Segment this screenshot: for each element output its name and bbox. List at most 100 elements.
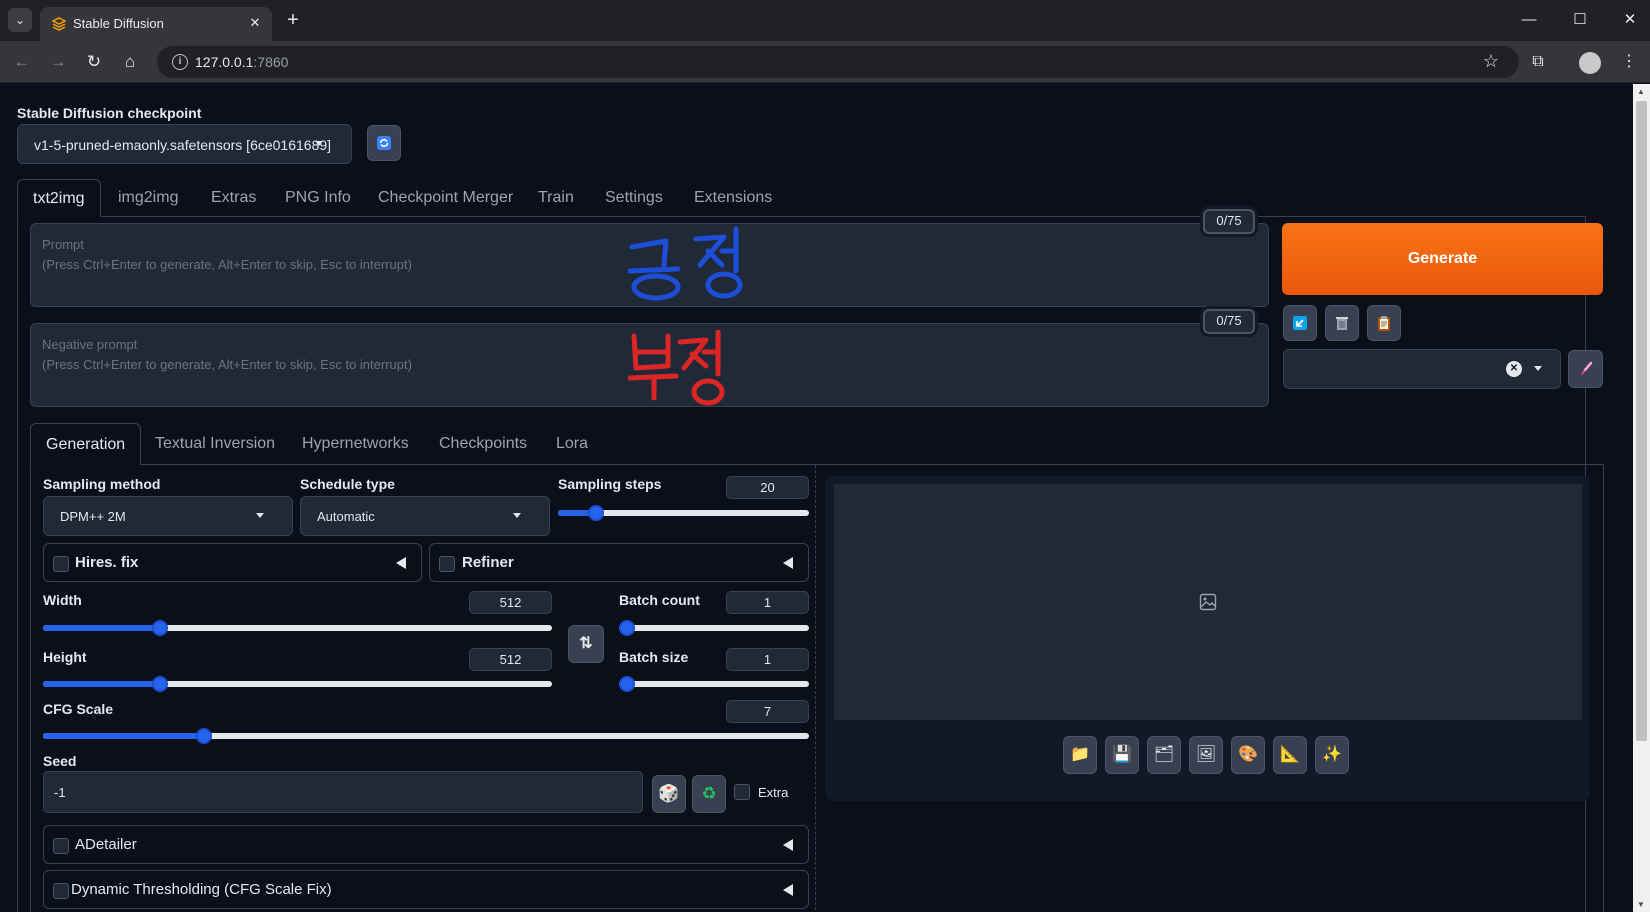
send-to-img2img-button[interactable]: 🖼 <box>1189 736 1223 774</box>
generate-button[interactable]: Generate <box>1282 223 1603 295</box>
trash-icon <box>1336 317 1348 330</box>
schedule-type-dropdown[interactable]: Automatic <box>300 496 550 536</box>
collapse-triangle-icon[interactable] <box>783 839 793 851</box>
apply-styles-button[interactable] <box>1367 305 1401 341</box>
slider-handle[interactable] <box>588 505 604 521</box>
tab-checkpoint-merger[interactable]: Checkpoint Merger <box>378 179 513 217</box>
tab-train[interactable]: Train <box>538 179 574 217</box>
negative-prompt-handwritten-annotation <box>627 329 732 406</box>
extra-seed-checkbox[interactable] <box>734 784 750 800</box>
tab-hypernetworks[interactable]: Hypernetworks <box>302 423 409 465</box>
batch-size-slider[interactable] <box>619 676 809 692</box>
slider-handle[interactable] <box>152 676 168 692</box>
tab-textual-inversion[interactable]: Textual Inversion <box>155 423 275 465</box>
scrollbar-thumb[interactable] <box>1636 101 1647 741</box>
menu-kebab-icon[interactable]: ⋮ <box>1617 50 1641 74</box>
slider-handle[interactable] <box>196 728 212 744</box>
paste-params-button[interactable] <box>1283 305 1317 341</box>
tab-settings[interactable]: Settings <box>605 179 663 217</box>
forward-icon[interactable]: → <box>46 50 70 74</box>
browser-tab[interactable]: Stable Diffusion ✕ <box>40 7 272 41</box>
tab-txt2img[interactable]: txt2img <box>17 179 101 217</box>
tab-search-icon[interactable]: ⌄ <box>8 8 32 32</box>
checkpoint-label: Stable Diffusion checkpoint <box>17 105 202 121</box>
dynamic-thresholding-checkbox[interactable] <box>53 883 69 899</box>
tab-lora[interactable]: Lora <box>556 423 588 465</box>
reuse-seed-button[interactable]: ♻ <box>692 775 726 813</box>
output-image-area[interactable] <box>834 484 1582 720</box>
tab-png-info[interactable]: PNG Info <box>285 179 351 217</box>
collapse-triangle-icon[interactable] <box>396 557 406 569</box>
tab-extensions[interactable]: Extensions <box>694 179 772 217</box>
refresh-checkpoint-button[interactable] <box>367 125 401 161</box>
seed-input[interactable]: -1 <box>43 771 643 813</box>
tab-extras[interactable]: Extras <box>211 179 256 217</box>
refiner-accordion[interactable]: Refiner <box>429 543 809 582</box>
collapse-triangle-icon[interactable] <box>783 884 793 896</box>
collapse-triangle-icon[interactable] <box>783 557 793 569</box>
swap-dimensions-button[interactable]: ⇅ <box>568 625 604 663</box>
scroll-down-icon[interactable]: ▼ <box>1637 900 1645 909</box>
width-input[interactable]: 512 <box>469 591 552 614</box>
dice-icon: 🎲 <box>658 784 680 803</box>
tab-checkpoints[interactable]: Checkpoints <box>439 423 527 465</box>
open-folder-button[interactable]: 📁 <box>1063 736 1097 774</box>
arrow-icon <box>1293 316 1307 330</box>
tab-generation[interactable]: Generation <box>30 423 142 465</box>
hires-fix-checkbox[interactable] <box>53 556 69 572</box>
bookmark-star-icon[interactable]: ☆ <box>1483 51 1499 72</box>
close-tab-icon[interactable]: ✕ <box>246 14 264 32</box>
folder-icon: 📁 <box>1070 746 1090 763</box>
scroll-up-icon[interactable]: ▲ <box>1637 87 1645 96</box>
height-label: Height <box>43 649 87 665</box>
save-icon: 💾 <box>1112 746 1132 763</box>
upscale-button[interactable]: ✨ <box>1315 736 1349 774</box>
save-button[interactable]: 💾 <box>1105 736 1139 774</box>
batch-size-input[interactable]: 1 <box>726 648 809 671</box>
clear-prompt-button[interactable] <box>1325 305 1359 341</box>
page-scrollbar[interactable]: ▲ ▼ <box>1633 84 1650 912</box>
new-tab-icon[interactable]: + <box>282 9 304 31</box>
batch-count-slider[interactable] <box>619 620 809 636</box>
slider-handle[interactable] <box>152 620 168 636</box>
edit-styles-button[interactable] <box>1568 350 1603 388</box>
home-icon[interactable]: ⌂ <box>118 50 142 74</box>
height-input[interactable]: 512 <box>469 648 552 671</box>
adetailer-checkbox[interactable] <box>53 838 69 854</box>
slider-handle[interactable] <box>619 676 635 692</box>
adetailer-accordion[interactable]: ADetailer <box>43 825 809 864</box>
checkpoint-dropdown[interactable]: v1-5-pruned-emaonly.safetensors [6ce0161… <box>17 124 352 164</box>
height-slider[interactable] <box>43 676 552 692</box>
minimize-icon[interactable]: — <box>1519 10 1539 30</box>
clear-styles-icon[interactable]: ✕ <box>1506 361 1522 377</box>
sampling-method-dropdown[interactable]: DPM++ 2M <box>43 496 293 536</box>
maximize-icon[interactable]: ☐ <box>1570 10 1590 30</box>
cfg-scale-input[interactable]: 7 <box>726 700 809 723</box>
zip-button[interactable]: 🗂 <box>1147 736 1181 774</box>
random-seed-button[interactable]: 🎲 <box>652 775 686 813</box>
dynamic-thresholding-accordion[interactable]: Dynamic Thresholding (CFG Scale Fix) <box>43 870 809 909</box>
chevron-down-icon <box>256 513 264 518</box>
sampling-steps-slider[interactable] <box>558 505 809 521</box>
hires-fix-title: Hires. fix <box>75 554 139 571</box>
profile-avatar[interactable] <box>1579 52 1601 74</box>
send-to-inpaint-button[interactable]: 🎨 <box>1231 736 1265 774</box>
back-icon[interactable]: ← <box>10 50 34 74</box>
close-window-icon[interactable]: ✕ <box>1620 10 1640 30</box>
send-to-extras-button[interactable]: 📐 <box>1273 736 1307 774</box>
extensions-puzzle-icon[interactable]: ⧉ <box>1526 50 1550 74</box>
cfg-scale-label: CFG Scale <box>43 701 114 717</box>
sampling-steps-input[interactable]: 20 <box>726 476 809 499</box>
slider-handle[interactable] <box>619 620 635 636</box>
batch-count-input[interactable]: 1 <box>726 591 809 614</box>
hires-fix-accordion[interactable]: Hires. fix <box>43 543 422 582</box>
extra-networks-tabs: Generation Textual Inversion Hypernetwor… <box>30 423 1604 465</box>
cfg-scale-slider[interactable] <box>43 728 809 744</box>
tab-img2img[interactable]: img2img <box>118 179 178 217</box>
site-info-icon[interactable]: i <box>172 54 188 70</box>
styles-dropdown[interactable]: ✕ <box>1283 349 1561 389</box>
refiner-checkbox[interactable] <box>439 556 455 572</box>
address-bar[interactable]: i 127.0.0.1:7860 ☆ <box>157 46 1519 78</box>
width-slider[interactable] <box>43 620 552 636</box>
reload-icon[interactable]: ↻ <box>82 50 106 74</box>
